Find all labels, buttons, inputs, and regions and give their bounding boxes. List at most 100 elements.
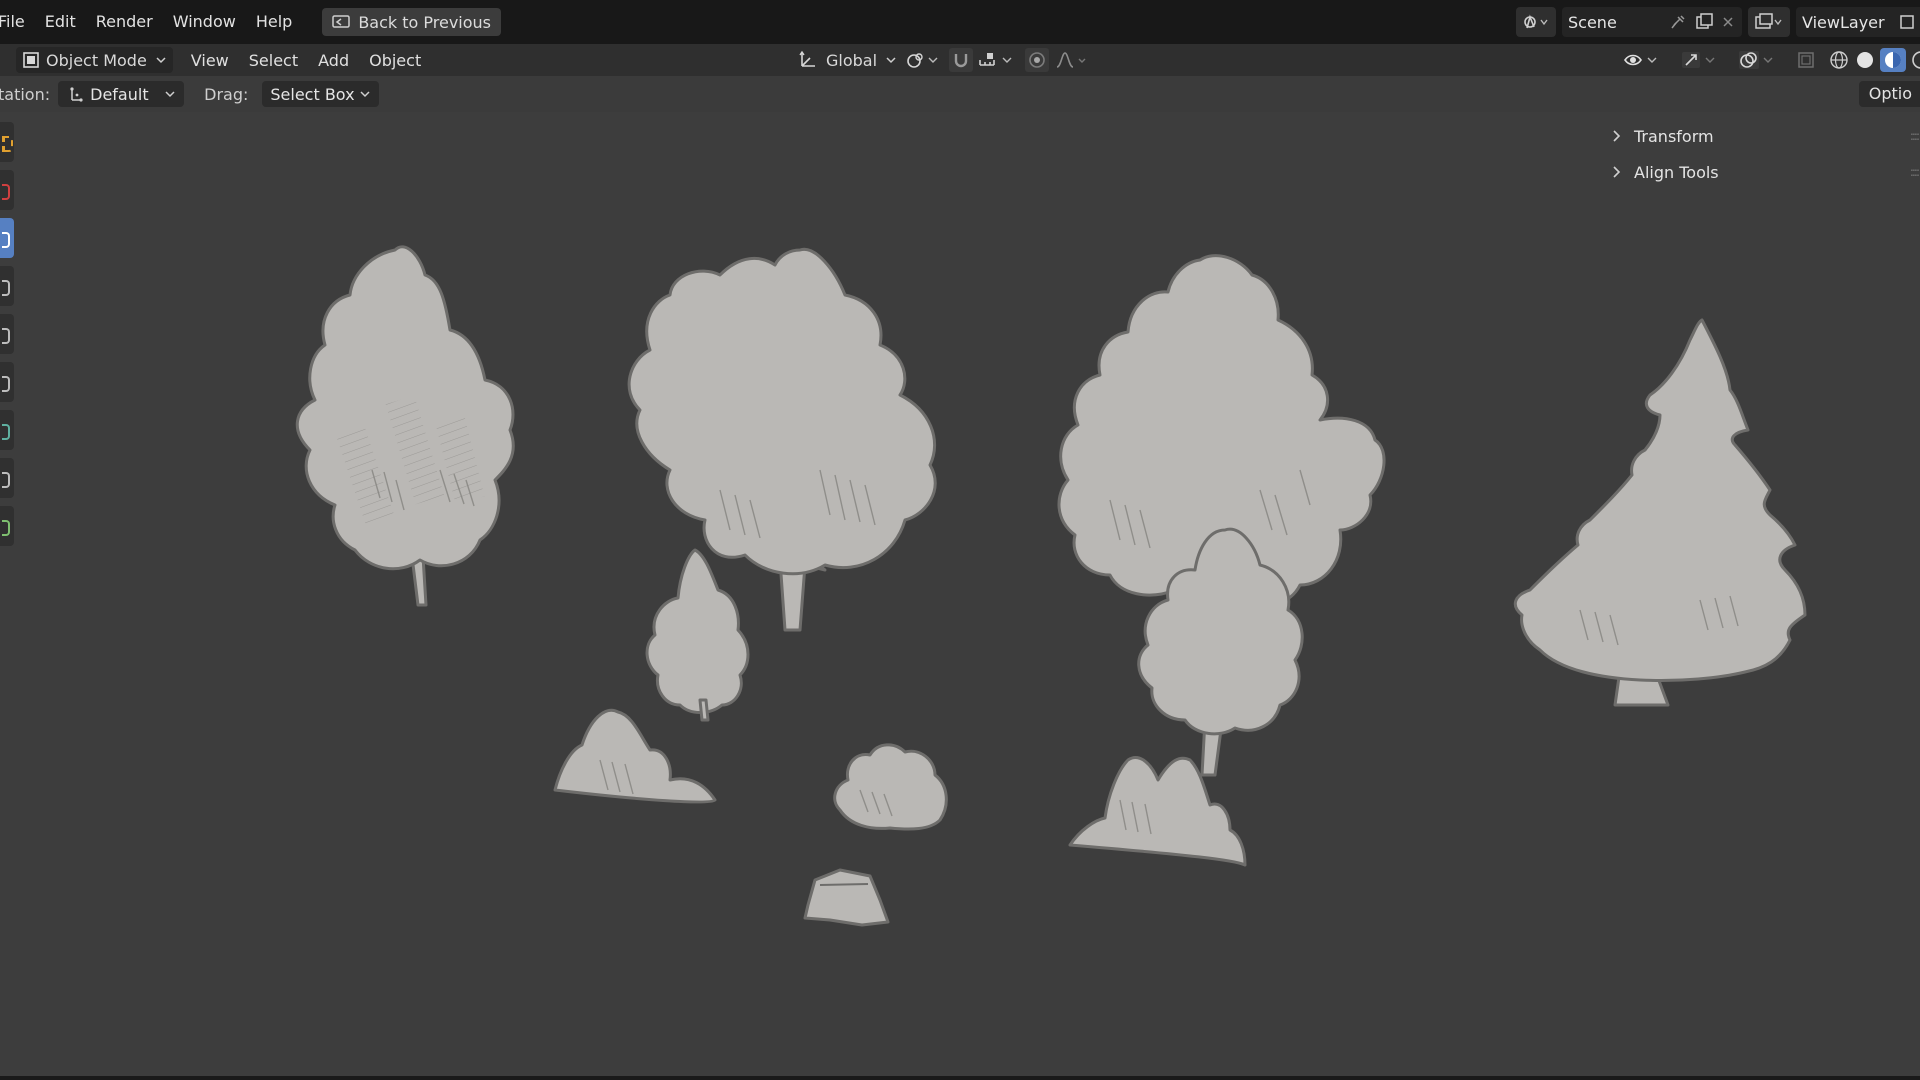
add-cube-icon [2, 520, 10, 536]
move-icon [2, 232, 10, 248]
move-tool-button[interactable] [0, 218, 14, 258]
header-menu-object[interactable]: Object [359, 51, 431, 70]
xray-toggle-icon[interactable] [1796, 50, 1816, 70]
drag-select-dropdown[interactable]: Select Box [262, 81, 379, 107]
options-button[interactable]: Optio [1858, 81, 1920, 107]
viewlayer-name-field[interactable]: ViewLayer [1796, 7, 1920, 37]
screen-return-icon [332, 14, 351, 30]
orientation-setting-dropdown[interactable]: Default [58, 81, 185, 107]
back-to-previous-button[interactable]: Back to Previous [322, 8, 502, 36]
transform-icon [2, 376, 10, 392]
chevron-right-icon [1610, 165, 1628, 179]
orientation-label: Global [826, 50, 878, 70]
header-menu-view[interactable]: View [181, 51, 239, 70]
orientation-setting-label: tation: [0, 84, 51, 104]
menu-window[interactable]: Window [163, 0, 246, 44]
shading-rendered-icon[interactable] [1910, 49, 1920, 71]
tree-1 [295, 245, 515, 607]
bush-1 [553, 708, 717, 804]
shading-wireframe-icon[interactable] [1828, 49, 1850, 71]
viewlayer-selector-button[interactable] [1748, 7, 1790, 37]
snapping-controls[interactable] [949, 47, 1017, 73]
viewport-display-tools [1622, 47, 1920, 73]
transform-tools: Global [798, 47, 1099, 73]
measure-icon [2, 472, 10, 488]
annotate-tool-button[interactable] [0, 410, 14, 450]
status-bar-edge [0, 1076, 1920, 1080]
object-mode-label: Object Mode [46, 50, 147, 70]
viewport-header: Object Mode View Select Add Object Globa… [0, 44, 1920, 76]
drag-grip-icon[interactable]: :::: [1910, 129, 1920, 143]
scene-name: Scene [1568, 12, 1617, 32]
pivot-point-icon [905, 50, 941, 70]
rotate-tool-button[interactable] [0, 266, 14, 306]
visibility-eye-icon[interactable] [1622, 50, 1662, 70]
orientation-setting-value: Default [90, 84, 149, 104]
small-tree [645, 548, 750, 722]
back-to-previous-label: Back to Previous [358, 12, 492, 32]
scene-name-field[interactable]: Scene [1562, 7, 1742, 37]
scale-icon [2, 328, 10, 344]
scene-icon [1522, 13, 1550, 31]
magnet-icon[interactable] [949, 48, 974, 72]
transform-tool-button[interactable] [0, 362, 14, 402]
rotate-icon [2, 280, 10, 296]
close-icon[interactable] [1720, 14, 1736, 30]
pin-icon[interactable] [1668, 13, 1688, 31]
transform-panel-label: Transform [1634, 126, 1714, 146]
new-scene-icon[interactable] [1694, 13, 1714, 31]
viewlayer-name: ViewLayer [1802, 12, 1885, 32]
orientation-axes-icon [798, 50, 818, 70]
object-mode-dropdown[interactable]: Object Mode [16, 47, 173, 73]
gizmo-icon[interactable] [1680, 50, 1720, 70]
add-cube-tool-button[interactable] [0, 506, 14, 546]
chevron-right-icon [1610, 129, 1628, 143]
scene-viewlayer-area: Scene ViewLayer [1516, 0, 1920, 44]
menu-file[interactable]: File [0, 0, 35, 44]
sidebar-panel: Transform :::: Align Tools :::: [1610, 118, 1920, 190]
pivot-point-dropdown[interactable] [905, 47, 941, 73]
transform-orientation-dropdown[interactable]: Global [798, 47, 897, 73]
falloff-curve-icon[interactable] [1055, 50, 1091, 70]
shading-solid-icon[interactable] [1854, 49, 1876, 71]
proportional-editing-icon[interactable] [1025, 48, 1050, 72]
object-mode-icon [22, 51, 40, 69]
menu-render[interactable]: Render [86, 0, 163, 44]
header-menu-select[interactable]: Select [239, 51, 308, 70]
bush-3 [1068, 756, 1247, 867]
transform-orientation-icon [66, 85, 84, 103]
menu-help[interactable]: Help [246, 0, 302, 44]
left-toolbar [0, 122, 14, 554]
drag-grip-icon[interactable]: :::: [1910, 165, 1920, 179]
scene-selector-button[interactable] [1516, 7, 1556, 37]
annotate-icon [2, 424, 10, 440]
proportional-editing-controls[interactable] [1025, 47, 1091, 73]
scale-tool-button[interactable] [0, 314, 14, 354]
cursor-icon [2, 184, 10, 200]
select-box-icon [2, 136, 13, 152]
viewlayer-icon [1754, 13, 1784, 31]
cursor-tool-button[interactable] [0, 170, 14, 210]
chevron-down-icon [885, 55, 897, 65]
chevron-down-icon [155, 55, 167, 65]
top-menu-bar: File Edit Render Window Help Back to Pre… [0, 0, 1920, 44]
transform-panel-header[interactable]: Transform :::: [1610, 118, 1920, 154]
tool-settings-bar: tation: Default Drag: Select Box Optio [0, 76, 1920, 112]
3d-viewport[interactable]: Transform :::: Align Tools :::: [0, 112, 1920, 1080]
bush-2 [833, 743, 948, 831]
tree-assets-scene [295, 245, 1807, 927]
chevron-down-icon [164, 89, 176, 99]
overlays-icon[interactable] [1738, 50, 1778, 70]
snap-increment-icon[interactable] [977, 50, 1017, 70]
shading-material-icon[interactable] [1880, 48, 1906, 72]
drag-select-value: Select Box [270, 84, 355, 104]
rock [803, 868, 890, 927]
drag-label: Drag: [204, 84, 249, 104]
new-viewlayer-icon[interactable] [1898, 13, 1914, 31]
select-box-tool-button[interactable] [0, 122, 14, 162]
align-tools-panel-header[interactable]: Align Tools :::: [1610, 154, 1920, 190]
header-menu-add[interactable]: Add [308, 51, 359, 70]
menu-edit[interactable]: Edit [35, 0, 86, 44]
tree-2 [627, 247, 937, 632]
measure-tool-button[interactable] [0, 458, 14, 498]
